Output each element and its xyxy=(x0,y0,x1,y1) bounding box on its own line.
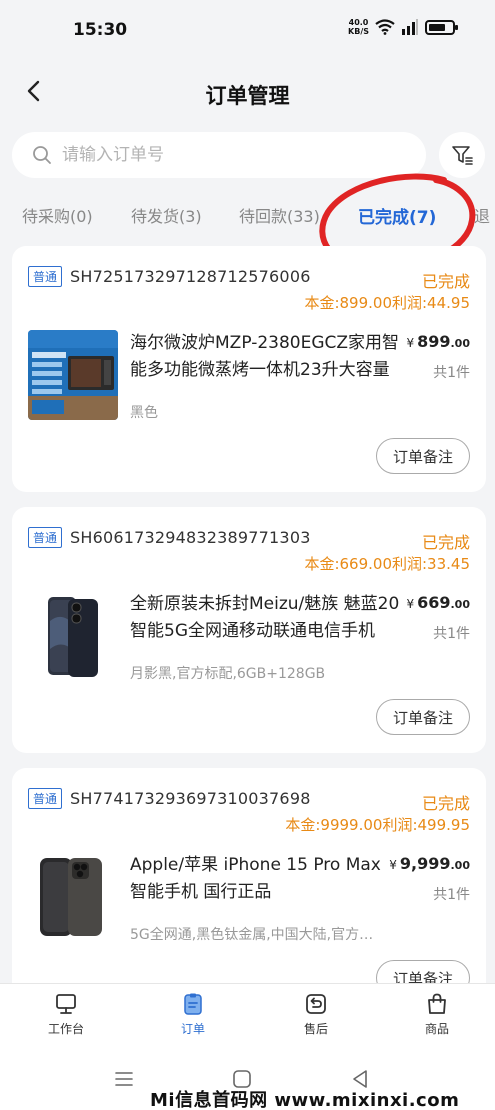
price-integer: 669 xyxy=(417,593,451,612)
tab-pending-purchase[interactable]: 待采购(0) xyxy=(22,203,93,227)
wifi-icon xyxy=(375,19,395,35)
tab-refund[interactable]: 退 xyxy=(474,203,490,227)
product-quantity: 共1件 xyxy=(433,887,470,903)
price-decimal: .00 xyxy=(450,598,471,611)
order-status: 已完成 xyxy=(421,272,470,291)
status-tabs: 待采购(0) 待发货(3) 待回款(33) 已完成(7) 退 xyxy=(0,195,495,239)
order-card[interactable]: 普通 SH774173293697310037698 已完成 本金:9999.0… xyxy=(12,768,486,998)
order-header: 普通 SH725173297128712576006 xyxy=(28,266,311,287)
signal-icon xyxy=(402,19,418,35)
iphone-image[interactable] xyxy=(28,852,118,942)
tab-label: 订单 xyxy=(180,1022,205,1036)
tab-label: 工作台 xyxy=(47,1022,84,1036)
tab-orders[interactable]: 订单 xyxy=(153,992,233,1037)
nav-header: 订单管理 xyxy=(0,62,495,124)
status-bar: 15:30 40.0 KB/S xyxy=(0,0,495,62)
tab-label: 商品 xyxy=(424,1022,449,1036)
order-number: SH606173294832389771303 xyxy=(70,528,311,547)
order-number: SH774173293697310037698 xyxy=(70,789,311,808)
order-amount: 本金:899.00利润:44.95 xyxy=(304,294,470,312)
price-currency: ¥ xyxy=(406,336,415,350)
search-bar[interactable] xyxy=(12,132,426,178)
network-speed: 40.0 KB/S xyxy=(348,18,369,36)
order-amount: 本金:9999.00利润:499.95 xyxy=(285,816,470,834)
product-price: ¥669.00 xyxy=(406,593,470,612)
watermark: Mi信息首码网 www.mixinxi.com xyxy=(150,1090,460,1110)
order-type-badge: 普通 xyxy=(28,266,63,287)
filter-button[interactable] xyxy=(439,132,485,178)
price-currency: ¥ xyxy=(406,597,415,611)
price-integer: 899 xyxy=(417,332,451,351)
tab-completed[interactable]: 已完成(7) xyxy=(358,203,436,228)
page-title: 订单管理 xyxy=(205,84,290,108)
order-header: 普通 SH606173294832389771303 xyxy=(28,527,311,548)
filter-icon xyxy=(452,146,473,165)
price-integer: 9,999 xyxy=(399,854,451,873)
product-bag-icon xyxy=(428,993,446,1014)
tab-workbench[interactable]: 工作台 xyxy=(26,992,106,1037)
tab-pending-shipment[interactable]: 待发货(3) xyxy=(131,203,202,227)
product-name[interactable]: 全新原装未拆封Meizu/魅族 魅蓝20智能5G全网通移动联通电信手机 xyxy=(130,591,400,645)
price-decimal: .00 xyxy=(450,859,471,872)
order-note-button[interactable]: 订单备注 xyxy=(376,438,470,474)
tab-after-sales[interactable]: 售后 xyxy=(276,992,356,1037)
order-amount: 本金:669.00利润:33.45 xyxy=(304,555,470,573)
network-speed-unit: KB/S xyxy=(348,27,369,36)
order-type-badge: 普通 xyxy=(28,788,63,809)
order-number: SH725173297128712576006 xyxy=(70,267,311,286)
product-spec: 5G全网通,黑色钛金属,中国大陆,官方… xyxy=(130,927,374,943)
menu-icon[interactable] xyxy=(114,1071,134,1087)
price-decimal: .00 xyxy=(450,337,471,350)
tab-label: 售后 xyxy=(303,1022,328,1036)
product-price: ¥899.00 xyxy=(406,332,470,351)
order-card[interactable]: 普通 SH606173294832389771303 已完成 本金:669.00… xyxy=(12,507,486,753)
order-header: 普通 SH774173293697310037698 xyxy=(28,788,311,809)
product-price: ¥9,999.00 xyxy=(389,854,470,873)
microwave-image[interactable] xyxy=(28,330,118,420)
workbench-icon xyxy=(56,994,76,1014)
order-note-button[interactable]: 订单备注 xyxy=(376,699,470,735)
bottom-tab-bar: 工作台 订单 售后 商品 xyxy=(0,983,495,1055)
tab-products[interactable]: 商品 xyxy=(397,992,477,1037)
order-status: 已完成 xyxy=(421,794,470,813)
meizu-phone-image[interactable] xyxy=(28,591,118,681)
price-currency: ¥ xyxy=(389,858,397,872)
order-icon xyxy=(184,993,202,1015)
battery-icon xyxy=(425,19,458,35)
product-quantity: 共1件 xyxy=(433,365,470,381)
network-speed-value: 40.0 xyxy=(348,18,369,27)
product-quantity: 共1件 xyxy=(433,626,470,642)
search-input[interactable] xyxy=(62,145,382,165)
product-spec: 黑色 xyxy=(130,405,158,421)
order-card[interactable]: 普通 SH725173297128712576006 已完成 本金:899.00… xyxy=(12,246,486,492)
product-name[interactable]: Apple/苹果 iPhone 15 Pro Max 智能手机 国行正品 xyxy=(130,852,400,906)
tab-pending-payment[interactable]: 待回款(33) xyxy=(239,203,320,227)
order-status: 已完成 xyxy=(421,533,470,552)
after-sales-icon xyxy=(306,994,326,1014)
status-icons: 40.0 KB/S xyxy=(348,18,458,36)
order-type-badge: 普通 xyxy=(28,527,63,548)
product-spec: 月影黑,官方标配,6GB+128GB xyxy=(130,666,326,682)
status-time: 15:30 xyxy=(73,20,128,40)
search-icon xyxy=(33,146,51,164)
product-name[interactable]: 海尔微波炉MZP-2380EGCZ家用智能多功能微蒸烤一体机23升大容量 xyxy=(130,330,400,384)
